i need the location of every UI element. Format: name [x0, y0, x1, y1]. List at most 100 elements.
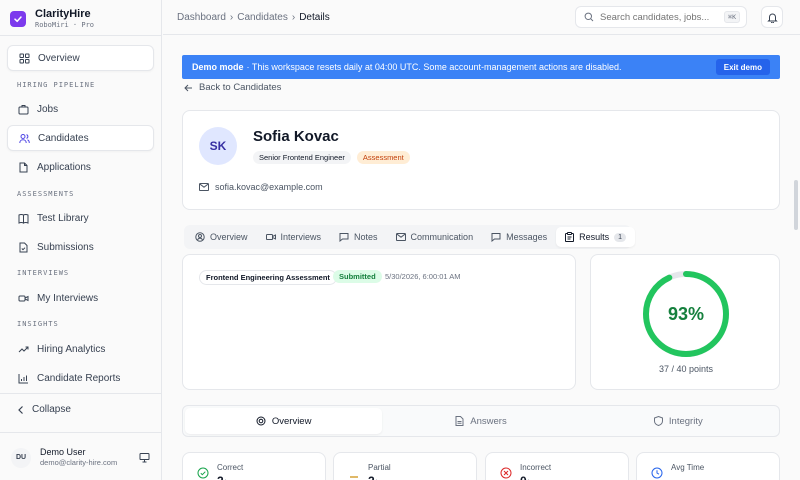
user-name: Demo User	[40, 447, 86, 457]
users-icon	[18, 132, 30, 144]
bell-icon	[766, 13, 778, 23]
tab-label: Communication	[410, 232, 474, 242]
sidebar-item-label: My Interviews	[37, 292, 99, 304]
sidebar-item-jobs[interactable]: Jobs	[7, 96, 154, 122]
stat-avg-time: Avg Time —	[636, 452, 780, 480]
mail-icon	[199, 183, 209, 191]
subtab-integrity[interactable]: Integrity	[580, 408, 777, 434]
sidebar-item-candidate-reports[interactable]: Candidate Reports	[7, 365, 154, 391]
file-text-icon	[455, 416, 464, 426]
sidebar-item-label: Hiring Analytics	[37, 343, 106, 355]
sidebar-divider	[0, 35, 162, 36]
stat-correct: Correct 2/4	[182, 452, 326, 480]
page-scrollbar[interactable]	[794, 180, 798, 230]
section-insights: INSIGHTS	[17, 320, 59, 328]
tab-overview[interactable]: Overview	[186, 227, 257, 247]
target-icon	[256, 416, 266, 426]
sidebar-item-label: Test Library	[37, 212, 89, 224]
demo-message: · This workspace resets daily at 04:00 U…	[246, 62, 622, 72]
candidate-tabs: Overview Interviews Notes Communication …	[184, 225, 636, 249]
sidebar-item-label: Submissions	[37, 241, 94, 253]
sidebar-item-label: Applications	[37, 161, 91, 173]
sidebar-item-overview[interactable]: Overview	[7, 45, 154, 71]
search-shortcut: ⌘K	[724, 11, 740, 23]
arrow-left-icon	[184, 84, 192, 91]
breadcrumb-separator: ›	[291, 12, 296, 23]
brand[interactable]: ClarityHire RoboMiri · Pro	[10, 8, 94, 30]
status-badge: Submitted	[333, 270, 382, 283]
section-interviews: INTERVIEWS	[17, 269, 70, 277]
demo-banner: Demo mode · This workspace resets daily …	[182, 55, 780, 79]
sidebar-item-label: Jobs	[37, 103, 59, 115]
tab-communication[interactable]: Communication	[387, 227, 483, 247]
sidebar-divider	[0, 432, 162, 433]
chevron-left-icon	[18, 405, 23, 414]
tab-messages[interactable]: Messages	[482, 227, 556, 247]
back-label: Back to Candidates	[199, 82, 282, 93]
result-timestamp: 5/30/2026, 6:00:01 AM	[385, 272, 461, 281]
sidebar-item-label: Candidate Reports	[37, 372, 121, 384]
breadcrumb-current: Details	[299, 12, 330, 23]
exit-demo-button[interactable]: Exit demo	[715, 59, 770, 75]
video-icon	[17, 292, 29, 304]
sidebar-item-submissions[interactable]: Submissions	[7, 234, 154, 260]
brand-name: ClarityHire	[35, 8, 91, 20]
subtab-answers[interactable]: Answers	[382, 408, 579, 434]
sidebar-item-candidates[interactable]: Candidates	[7, 125, 154, 151]
notifications-button[interactable]	[761, 6, 783, 28]
stage-badge: Assessment	[356, 151, 410, 164]
search-box[interactable]: ⌘K	[575, 6, 747, 28]
x-circle-icon	[500, 467, 512, 479]
search-input[interactable]	[600, 11, 710, 23]
sidebar-item-label: Overview	[38, 52, 80, 64]
briefcase-icon	[17, 103, 29, 115]
result-subtabs: Overview Answers Integrity	[182, 405, 780, 437]
file-icon	[17, 161, 29, 173]
assessment-result-card: Frontend Engineering Assessment Submitte…	[182, 254, 576, 390]
tab-label: Results	[579, 232, 610, 242]
book-icon	[17, 212, 29, 224]
sidebar-item-applications[interactable]: Applications	[7, 154, 154, 180]
tab-results[interactable]: Results 1	[556, 227, 636, 247]
clock-icon	[651, 467, 663, 479]
sidebar-item-my-interviews[interactable]: My Interviews	[7, 285, 154, 311]
sidebar: ClarityHire RoboMiri · Pro Overview HIRI…	[0, 0, 162, 480]
demo-title: Demo mode	[192, 62, 244, 72]
stat-label: Incorrect	[520, 463, 552, 472]
candidate-profile-card: SK Sofia Kovac Senior Frontend Engineer …	[182, 110, 780, 210]
sidebar-item-hiring-analytics[interactable]: Hiring Analytics	[7, 336, 154, 362]
section-assessments: ASSESSMENTS	[17, 190, 75, 198]
section-hiring-pipeline: HIRING PIPELINE	[17, 81, 96, 89]
file-check-icon	[17, 241, 29, 253]
stat-label: Partial	[368, 463, 391, 472]
grid-icon	[18, 52, 30, 64]
subtab-overview[interactable]: Overview	[185, 408, 383, 434]
trending-up-icon	[17, 343, 29, 355]
user-profile[interactable]: DU Demo User demo@clarity-hire.com	[11, 447, 117, 468]
tab-notes[interactable]: Notes	[330, 227, 387, 247]
assessment-name-pill[interactable]: Frontend Engineering Assessment	[199, 270, 337, 285]
tab-label: Overview	[210, 232, 248, 242]
subtab-label: Overview	[271, 415, 312, 427]
brand-workspace: RoboMiri · Pro	[35, 21, 95, 29]
shield-icon	[653, 416, 663, 426]
candidate-email[interactable]: sofia.kovac@example.com	[199, 182, 323, 192]
stat-value: 0	[520, 474, 527, 480]
mail-icon	[395, 233, 406, 241]
collapse-button[interactable]: Collapse	[17, 404, 71, 415]
results-count-badge: 1	[614, 232, 627, 242]
minus-icon	[350, 476, 358, 478]
video-icon	[265, 234, 276, 240]
score-ring: 93%	[643, 271, 729, 357]
collapse-label: Collapse	[32, 404, 71, 415]
monitor-icon[interactable]	[139, 452, 150, 466]
breadcrumb-dashboard[interactable]: Dashboard	[177, 12, 226, 23]
stat-value: —	[671, 474, 683, 480]
tab-interviews[interactable]: Interviews	[257, 227, 331, 247]
candidate-name: Sofia Kovac	[253, 128, 339, 145]
message-square-icon	[491, 233, 501, 242]
breadcrumb-candidates[interactable]: Candidates	[237, 12, 288, 23]
sidebar-item-test-library[interactable]: Test Library	[7, 205, 154, 231]
user-email: demo@clarity-hire.com	[40, 458, 118, 467]
back-to-candidates-link[interactable]: Back to Candidates	[184, 82, 281, 93]
